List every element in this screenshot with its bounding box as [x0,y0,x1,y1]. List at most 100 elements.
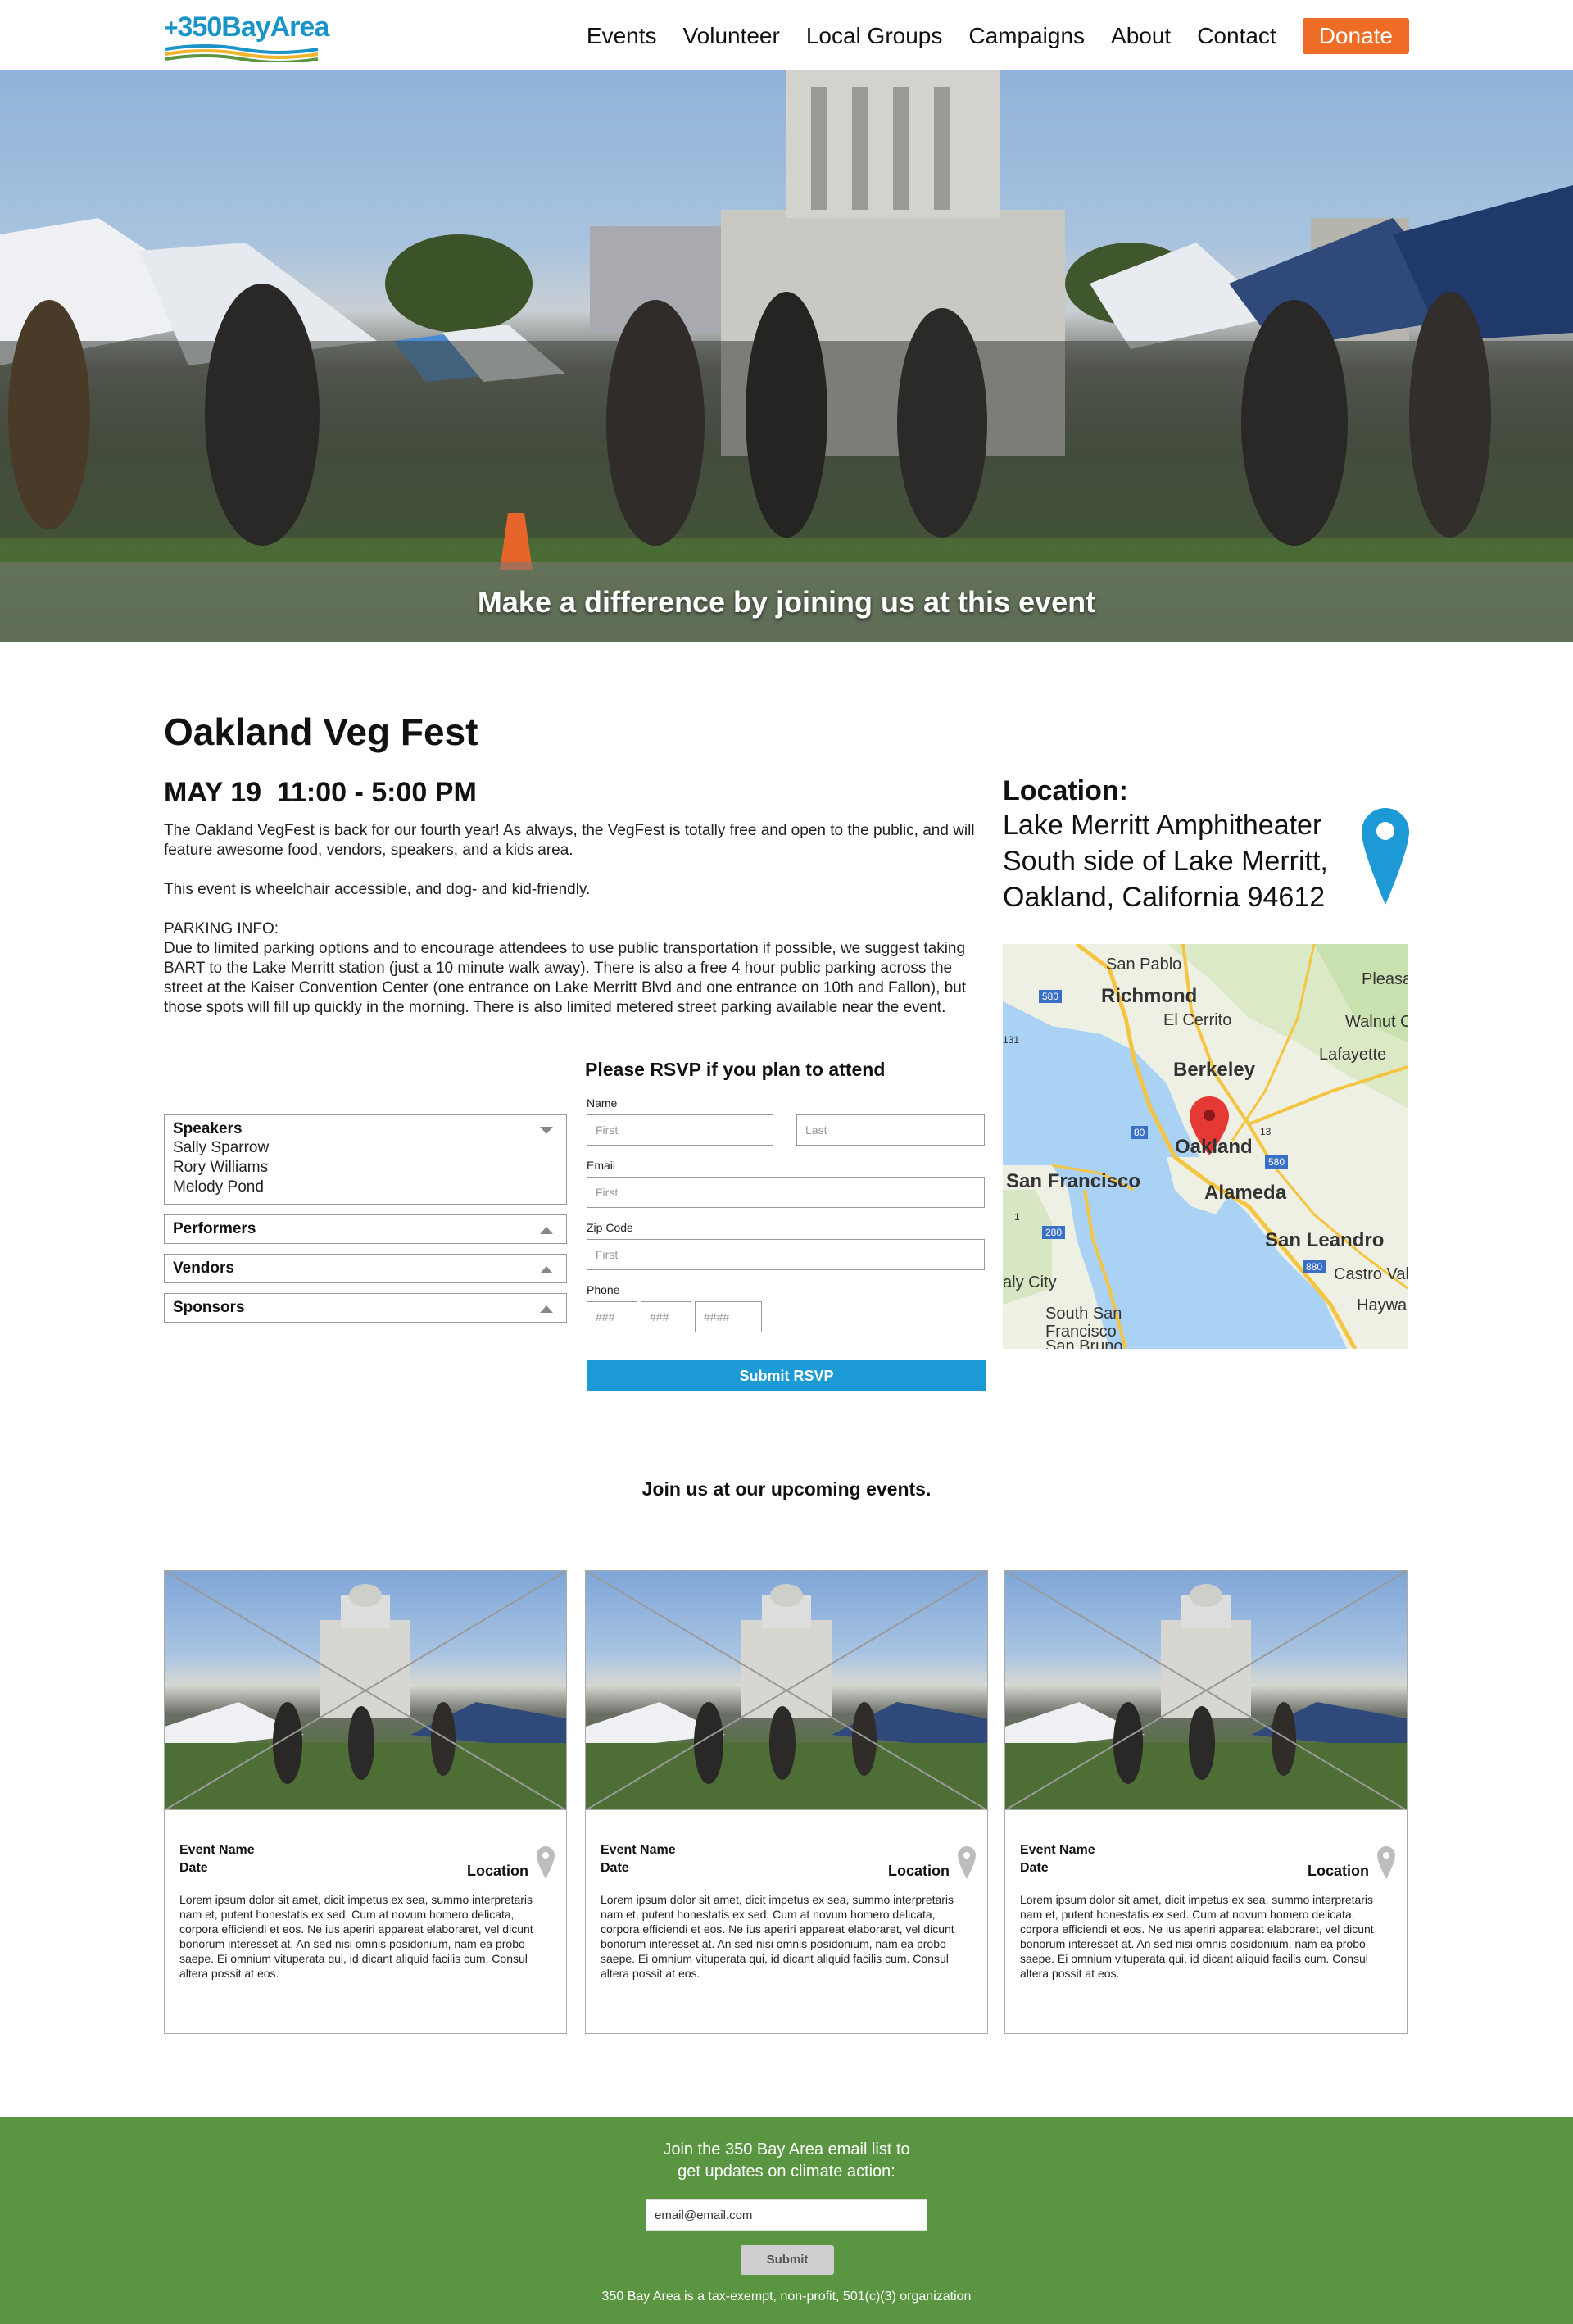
accordion-speakers[interactable]: Speakers Sally Sparrow Rory Williams Mel… [164,1114,567,1205]
event-card-location: Location [888,1863,950,1879]
phone-label: Phone [587,1283,620,1296]
hero-caption-bar: Make a difference by joining us at this … [0,562,1573,642]
nav-contact[interactable]: Contact [1197,23,1276,49]
event-card-name: Event Name Date [1020,1843,1095,1875]
placeholder-image-icon [165,1571,566,1809]
placeholder-image-icon [586,1571,987,1809]
map-label: Castro Vall [1334,1265,1408,1283]
phone-prefix-input[interactable]: ### [641,1301,691,1332]
event-description-intro: The Oakland VegFest is back for our four… [164,822,975,859]
nav-volunteer[interactable]: Volunteer [683,23,780,49]
email-input[interactable]: First [587,1177,985,1208]
map-label: 580 [1265,1155,1289,1169]
accordion-header[interactable]: Vendors [165,1255,566,1282]
event-card-image [1005,1571,1407,1810]
event-card-description: Lorem ipsum dolor sit amet, dicit impetu… [601,1893,954,1980]
main-nav: Events Volunteer Local Groups Campaigns … [587,18,1409,54]
speaker-item: Melody Pond [173,1178,264,1196]
nav-campaigns[interactable]: Campaigns [968,23,1085,49]
hero-image: Make a difference by joining us at this … [0,70,1573,642]
event-description-access: This event is wheelchair accessible, and… [164,881,591,898]
chevron-up-icon [540,1266,553,1273]
site-header: +350BayArea Events Volunteer Local Group… [0,0,1573,70]
newsletter-email-input[interactable]: email@email.com [646,2199,927,2231]
event-card[interactable]: Event Name Date Location Lorem ipsum dol… [164,1570,567,2034]
accordion-title: Performers [173,1220,256,1237]
site-footer: Join the 350 Bay Area email list to get … [0,2117,1573,2324]
accordion-title: Sponsors [173,1299,245,1316]
accordion-header[interactable]: Performers [165,1215,566,1243]
event-card-description: Lorem ipsum dolor sit amet, dicit impetu… [1020,1893,1374,1980]
location-line: Lake Merritt Amphitheater [1003,810,1322,841]
location-pin-icon [537,1846,555,1879]
map-label: South San [1045,1305,1122,1323]
footer-legal-text: 350 Bay Area is a tax-exempt, non-profit… [601,2290,972,2304]
map-label: 580 [1039,990,1063,1003]
accordion-title: Vendors [173,1260,234,1277]
newsletter-prompt: Join the 350 Bay Area email list to get … [663,2140,910,2181]
map-label: Haywar [1357,1296,1408,1314]
event-card-name: Event Name Date [179,1843,255,1875]
accordion-header[interactable]: Speakers [165,1115,566,1138]
accordion-header[interactable]: Sponsors [165,1294,566,1322]
site-logo[interactable]: +350BayArea [164,11,329,62]
speaker-item: Rory Williams [173,1159,269,1176]
map-label: El Cerrito [1163,1011,1232,1029]
map-label: San Bruno [1045,1337,1123,1349]
name-label: Name [587,1096,618,1110]
donate-button[interactable]: Donate [1302,18,1409,54]
location-line: South side of Lake Merritt, [1003,846,1328,877]
parking-text: Due to limited parking options and to en… [164,940,967,1016]
nav-events[interactable]: Events [587,23,657,49]
newsletter-submit-button[interactable]: Submit [741,2245,834,2275]
accordion-performers[interactable]: Performers [164,1214,567,1244]
map-label: 131 [1003,1034,1020,1046]
zip-label: Zip Code [587,1221,633,1234]
event-map[interactable]: San Pablo Richmond El Cerrito Berkeley O… [1003,944,1408,1349]
event-card-description: Lorem ipsum dolor sit amet, dicit impetu… [179,1893,533,1980]
submit-rsvp-button[interactable]: Submit RSVP [587,1360,986,1391]
chevron-up-icon [540,1305,553,1313]
map-label: 80 [1131,1126,1149,1139]
location-block: Location: Lake Merritt Amphitheater Sout… [1003,775,1412,915]
logo-text: +350BayArea [164,11,329,43]
placeholder-image-icon [1005,1571,1407,1809]
nav-about[interactable]: About [1111,23,1171,49]
map-label: Lafayette [1319,1046,1387,1064]
map-label: Walnut C [1345,1013,1408,1031]
event-card-name: Event Name Date [601,1843,676,1875]
map-label: San Francisco [1006,1170,1141,1192]
zip-input[interactable]: First [587,1239,985,1270]
event-card-image [165,1571,566,1810]
map-label: Richmond [1101,985,1198,1007]
phone-area-input[interactable]: ### [587,1301,637,1332]
parking-heading: PARKING INFO: [164,920,279,937]
map-label: San Leandro [1265,1229,1385,1251]
hero-caption: Make a difference by joining us at this … [477,585,1096,619]
event-title: Oakland Veg Fest [164,710,478,753]
accordion-title: Speakers [173,1120,243,1137]
event-date: MAY 19 11:00 - 5:00 PM [164,777,477,808]
event-card-location: Location [467,1863,528,1879]
event-card[interactable]: Event Name Date Location Lorem ipsum dol… [1004,1570,1408,2034]
map-label: Pleasan [1362,970,1408,988]
phone-line-input[interactable]: #### [695,1301,762,1332]
location-label: Location: [1003,775,1128,806]
rsvp-title: Please RSVP if you plan to attend [585,1059,886,1080]
location-line: Oakland, California 94612 [1003,882,1326,913]
map-label: Oakland [1175,1136,1253,1158]
speaker-item: Sally Sparrow [173,1139,270,1156]
last-name-input[interactable]: Last [796,1114,985,1146]
map-label: aly City [1003,1273,1057,1291]
chevron-up-icon [540,1227,553,1234]
nav-local-groups[interactable]: Local Groups [806,23,943,49]
first-name-input[interactable]: First [587,1114,773,1146]
email-label: Email [587,1159,616,1172]
event-card-location: Location [1308,1863,1369,1879]
accordion-vendors[interactable]: Vendors [164,1254,567,1283]
map-label: Alameda [1204,1182,1287,1204]
event-card[interactable]: Event Name Date Location Lorem ipsum dol… [585,1570,988,2034]
event-description: The Oakland VegFest is back for our four… [164,821,983,1018]
accordion-sponsors[interactable]: Sponsors [164,1293,567,1323]
map-label: 880 [1303,1260,1326,1273]
